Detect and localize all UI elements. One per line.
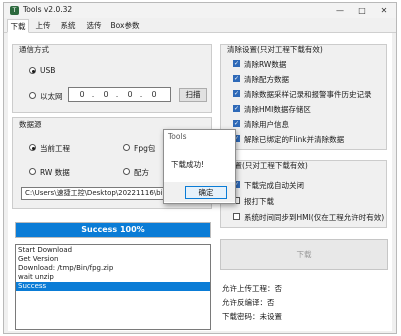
log-line-selected: Success — [16, 282, 210, 291]
app-window: T Tools v2.0.32 — □ ✕ 下载 上传 系统 选传 Box参数 … — [3, 2, 397, 334]
allow-upload-value: 否 — [274, 284, 283, 293]
ip-dot: . — [139, 90, 143, 99]
ethernet-label: 以太网 — [40, 92, 63, 101]
usb-label: USB — [40, 66, 56, 75]
scan-button[interactable]: 扫描 — [179, 88, 207, 102]
ip-dot: . — [115, 90, 119, 99]
log-line: wait unzip — [18, 273, 54, 281]
clear-user-info-label: 清除用户信息 — [244, 120, 289, 129]
clear-rw-checkbox[interactable]: ✓ — [233, 60, 240, 67]
clear-records-label: 清除数据采样记录和报警事件历史记录 — [244, 90, 372, 99]
download-password-label: 下载密码：未设置 — [222, 312, 283, 321]
comm-group: 通信方式 USB 以太网 0 . 0 . 0 . 0 扫描 — [12, 44, 212, 113]
pack-download-label: 报打下载 — [244, 197, 274, 206]
usb-radio[interactable] — [29, 67, 36, 74]
other-settings-title: 设置(只对工程下载有效) — [227, 161, 308, 170]
allow-upload-label: 允许上传工程：否 — [222, 284, 283, 293]
dialog-body: 下载成功! 确定 — [164, 142, 235, 202]
log-list[interactable]: Start Download Get Version Download: /tm… — [15, 244, 211, 330]
minimize-icon[interactable]: — — [329, 3, 351, 18]
recipe-label: 配方 — [134, 168, 149, 177]
rw-data-radio[interactable] — [29, 168, 36, 175]
progress-text: Success 100% — [81, 225, 145, 234]
dialog-ok-button[interactable]: 确定 — [185, 186, 227, 199]
download-button[interactable]: 下载 — [220, 239, 388, 270]
unbind-flink-label: 解除已绑定的Flink并清除数据 — [244, 135, 345, 144]
clear-hmi-storage-label: 清除HMI数据存储区 — [244, 105, 311, 114]
allow-decompile-value: 否 — [267, 298, 275, 307]
ip-octet-2[interactable]: 0 — [101, 90, 111, 99]
window-title: Tools v2.0.32 — [23, 5, 73, 14]
fpg-pack-radio[interactable] — [123, 144, 130, 151]
sync-time-label: 系统时间同步到HMI(仅在工程允许时有效) — [244, 213, 385, 222]
maximize-icon[interactable]: □ — [351, 3, 373, 18]
dialog-message: 下载成功! — [171, 160, 205, 169]
tab-system[interactable]: 系统 — [57, 19, 79, 33]
close-icon[interactable]: ✕ — [373, 3, 395, 18]
log-line: Get Version — [18, 255, 59, 263]
ip-octet-1[interactable]: 0 — [77, 90, 87, 99]
recipe-radio[interactable] — [123, 168, 130, 175]
tab-box-params[interactable]: Box参数 — [108, 19, 142, 33]
ethernet-radio[interactable] — [29, 92, 36, 99]
tab-upload[interactable]: 上传 — [32, 19, 54, 33]
fpg-pack-label: Fpg包 — [134, 144, 156, 153]
allow-decompile-label: 允许反编译：否 — [222, 298, 275, 307]
clear-rw-label: 清除RW数据 — [244, 60, 287, 69]
source-group-title: 数据源 — [19, 120, 42, 129]
tab-download[interactable]: 下载 — [7, 19, 29, 33]
title-bar: T Tools v2.0.32 — □ ✕ — [4, 3, 396, 18]
clear-settings-title: 清除设置(只对工程下载有效) — [227, 45, 323, 54]
current-project-label: 当前工程 — [40, 144, 70, 153]
download-password-value: 未设置 — [259, 312, 283, 321]
ip-address-field[interactable]: 0 . 0 . 0 . 0 — [68, 87, 171, 102]
rw-data-label: RW 数据 — [40, 168, 70, 177]
clear-settings-group: 清除设置(只对工程下载有效) ✓ 清除RW数据 ✓ 清除配方数据 ✓ 清除数据采… — [220, 44, 387, 150]
clear-recipe-checkbox[interactable]: ✓ — [233, 75, 240, 82]
app-icon: T — [10, 6, 19, 15]
success-dialog: Tools 下载成功! 确定 — [163, 129, 236, 204]
tab-select[interactable]: 选传 — [83, 19, 105, 33]
comm-group-title: 通信方式 — [19, 45, 49, 54]
clear-recipe-label: 清除配方数据 — [244, 75, 289, 84]
other-settings-group: 设置(只对工程下载有效) ✓ 下载完成自动关闭 报打下载 系统时间同步到HMI(… — [220, 160, 387, 228]
current-project-radio[interactable] — [29, 144, 36, 151]
clear-user-info-checkbox[interactable]: ✓ — [233, 120, 240, 127]
dialog-title: Tools — [168, 132, 187, 141]
ip-dot: . — [91, 90, 95, 99]
clear-records-checkbox[interactable]: ✓ — [233, 90, 240, 97]
clear-hmi-storage-checkbox[interactable]: ✓ — [233, 105, 240, 112]
download-progress: Success 100% — [15, 222, 211, 238]
log-line: Start Download — [18, 246, 73, 254]
ip-octet-3[interactable]: 0 — [125, 90, 135, 99]
ip-octet-4[interactable]: 0 — [149, 90, 159, 99]
log-line: Download: /tmp/Bin/fpg.zip — [18, 264, 114, 272]
auto-close-label: 下载完成自动关闭 — [244, 181, 304, 190]
tab-strip: 下载 上传 系统 选传 Box参数 — [4, 18, 396, 33]
sync-time-checkbox[interactable] — [233, 213, 240, 220]
